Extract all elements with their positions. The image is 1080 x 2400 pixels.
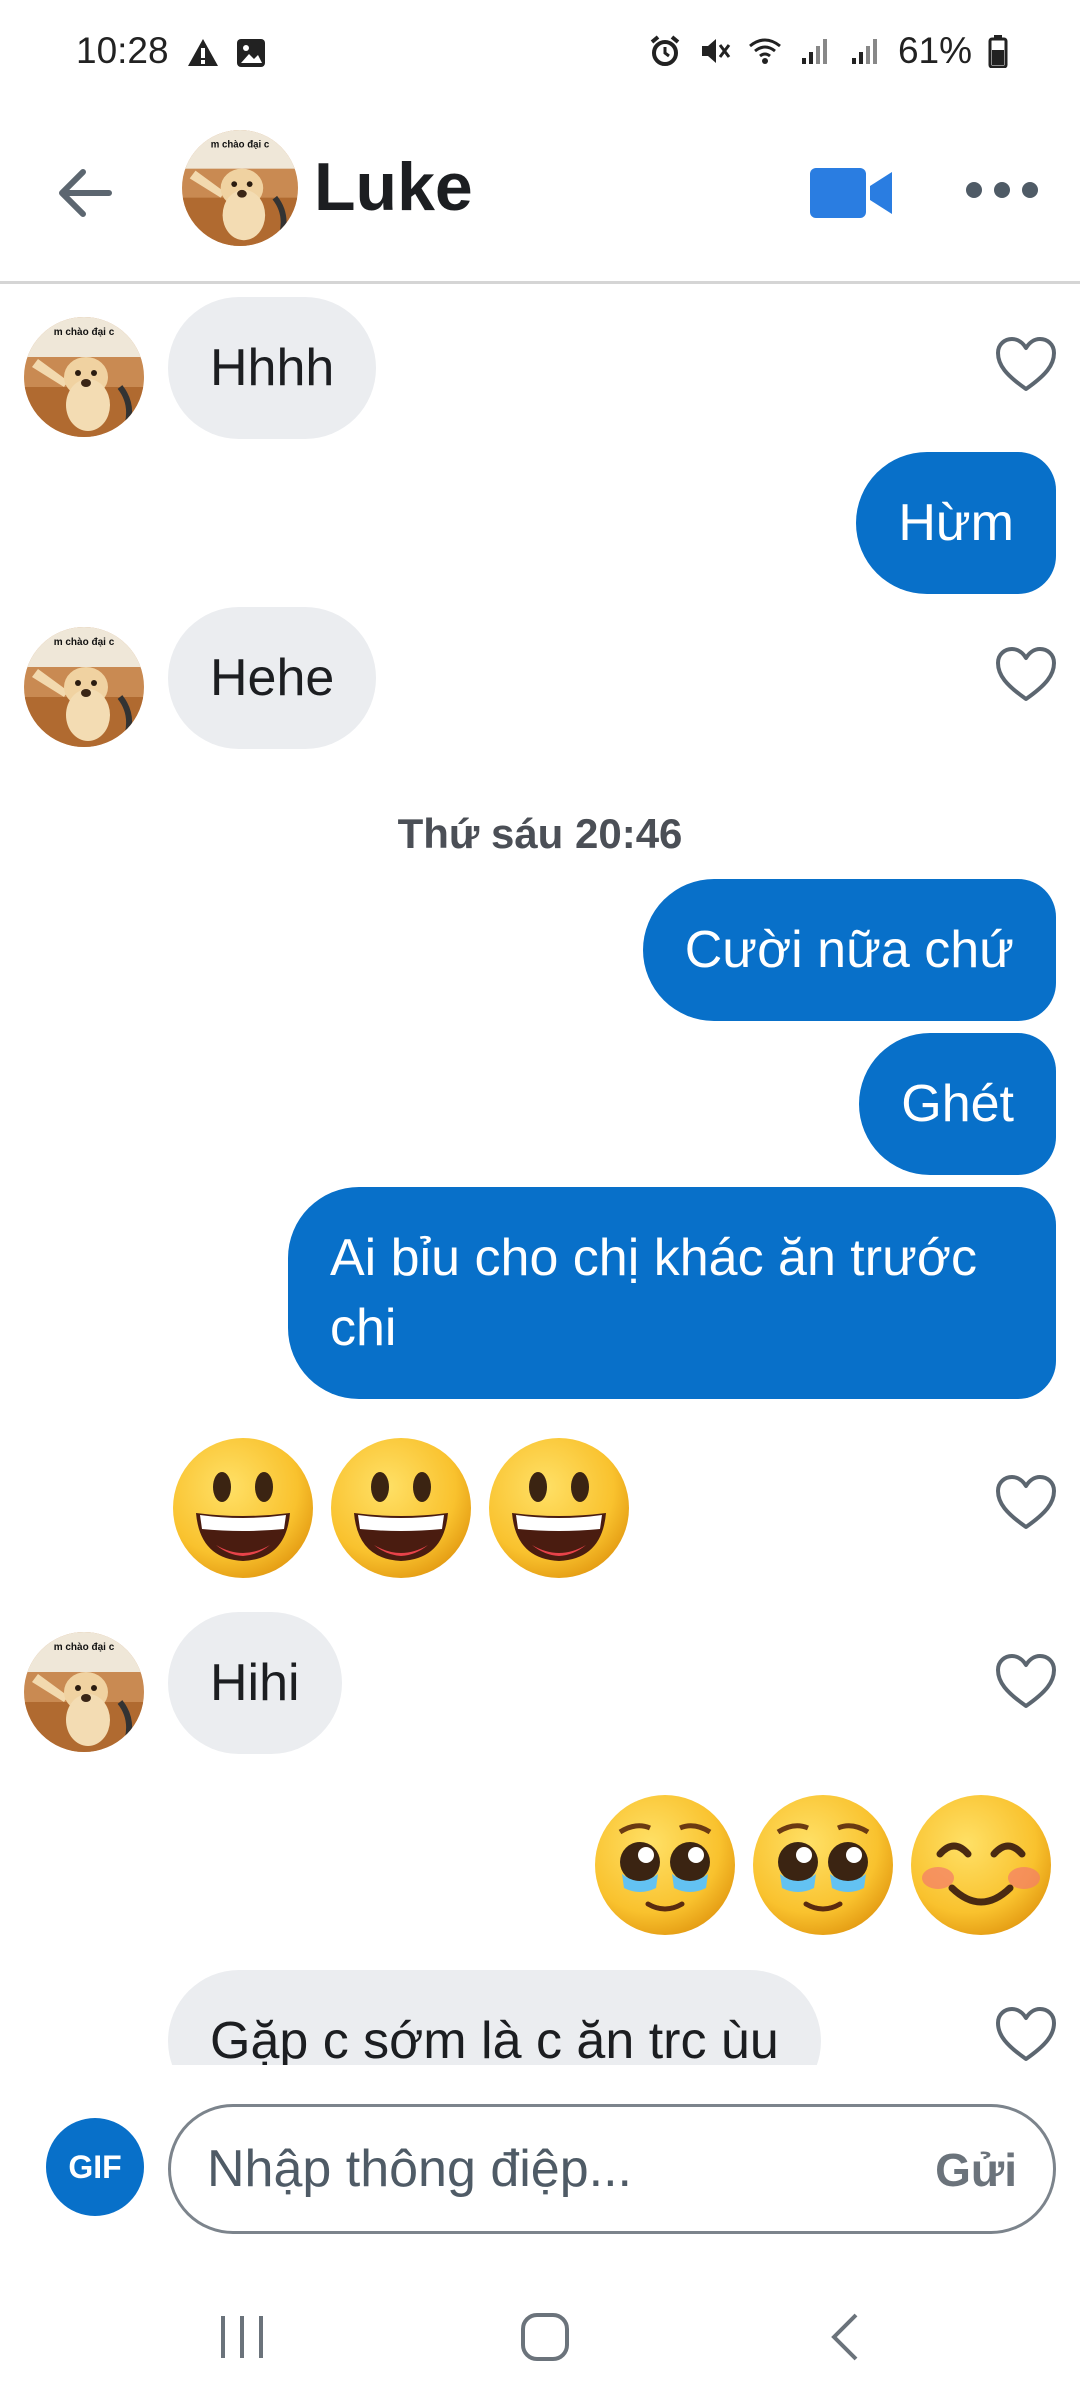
battery-percent: 61% (897, 30, 972, 71)
battery-icon (988, 35, 1008, 68)
grinning-face-emoji (170, 1435, 316, 1581)
grinning-face-emoji (328, 1435, 474, 1581)
chat-header: Luke (0, 108, 1080, 284)
dog-avatar-image (24, 627, 144, 747)
sender-avatar[interactable] (24, 317, 144, 437)
message-composer: GIF Gửi (0, 2078, 1080, 2238)
incoming-message[interactable]: Hehe (168, 607, 377, 749)
heart-icon[interactable] (994, 1652, 1058, 1712)
outgoing-message[interactable]: Hừm (856, 452, 1056, 594)
back-nav-button[interactable] (806, 2302, 886, 2372)
contact-avatar[interactable] (182, 130, 298, 246)
status-time: 10:28 (76, 30, 169, 71)
message-list[interactable]: Hhhh Hừm Hehe Thứ sáu 20:46 Cười nữa chứ… (0, 287, 1080, 2065)
message-input[interactable] (207, 2107, 857, 2231)
wifi-icon (749, 38, 781, 64)
outgoing-message[interactable]: Ai bỉu cho chị khác ăn trước chi (288, 1187, 1056, 1399)
recent-apps-button[interactable] (202, 2302, 282, 2372)
signal-icon (851, 39, 877, 64)
more-dot (994, 182, 1010, 198)
back-button[interactable] (50, 158, 120, 228)
incoming-emoji-message[interactable] (170, 1435, 632, 1581)
incoming-message[interactable]: Hihi (168, 1612, 342, 1754)
chevron-left-icon (831, 2313, 858, 2361)
alarm-icon (650, 35, 680, 66)
sender-avatar[interactable] (24, 1632, 144, 1752)
more-dot (966, 182, 982, 198)
outgoing-message[interactable]: Ghét (859, 1033, 1056, 1175)
grinning-face-emoji (486, 1435, 632, 1581)
heart-icon[interactable] (994, 2005, 1058, 2065)
pleading-face-emoji (592, 1792, 738, 1938)
more-dot (1022, 182, 1038, 198)
arrow-left-icon (59, 169, 112, 217)
mute-icon (701, 39, 731, 63)
outgoing-message[interactable]: Cười nữa chứ (642, 879, 1056, 1021)
warning-icon (188, 39, 218, 66)
incoming-message[interactable]: Gặp c sớm là c ăn trc ùu (168, 1970, 821, 2065)
gif-button[interactable]: GIF (46, 2118, 144, 2216)
contact-name[interactable]: Luke (314, 148, 473, 226)
dog-avatar-image (24, 317, 144, 437)
status-left-icons (186, 36, 268, 70)
outgoing-emoji-message[interactable] (592, 1792, 1054, 1938)
heart-icon[interactable] (994, 335, 1058, 395)
status-right-icons: 61% (648, 30, 1008, 72)
dog-avatar-image (182, 130, 298, 246)
incoming-message[interactable]: Hhhh (168, 297, 377, 439)
message-input-container[interactable]: Gửi (168, 2104, 1056, 2234)
smiling-face-emoji (908, 1792, 1054, 1938)
video-call-icon[interactable] (808, 158, 894, 228)
recent-apps-icon (221, 2316, 263, 2358)
system-nav-bar (0, 2262, 1080, 2400)
heart-icon[interactable] (994, 645, 1058, 705)
home-icon (521, 2313, 569, 2361)
status-bar: 10:28 61% (0, 0, 1080, 108)
home-button[interactable] (505, 2302, 585, 2372)
image-icon (237, 39, 265, 67)
heart-icon[interactable] (994, 1473, 1058, 1533)
signal-icon (801, 39, 827, 64)
message-timestamp: Thứ sáu 20:46 (397, 810, 683, 857)
pleading-face-emoji (750, 1792, 896, 1938)
sender-avatar[interactable] (24, 627, 144, 747)
more-options-button[interactable] (966, 170, 1038, 210)
dog-avatar-image (24, 1632, 144, 1752)
send-button[interactable]: Gửi (935, 2143, 1017, 2197)
